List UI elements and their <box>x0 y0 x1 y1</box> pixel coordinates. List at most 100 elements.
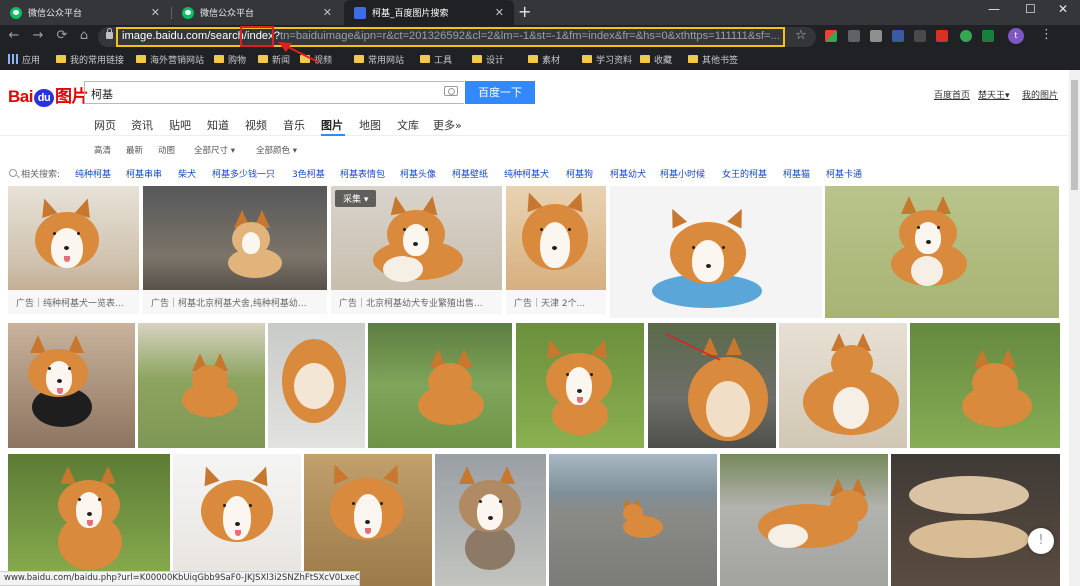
bookmark-folder[interactable]: 常用网站 <box>354 52 404 66</box>
bookmark-folder[interactable]: 海外营销网站 <box>136 52 204 66</box>
related-link[interactable]: 柯基壁纸 <box>452 167 488 180</box>
related-link[interactable]: 柯基猫 <box>783 167 810 180</box>
tab-video[interactable]: 视频 <box>245 117 267 133</box>
extension-icon[interactable] <box>870 30 882 42</box>
tab-zhidao[interactable]: 知道 <box>207 117 229 133</box>
feedback-button[interactable]: ! <box>1028 528 1054 554</box>
bookmark-folder[interactable]: 我的常用链接 <box>56 52 124 66</box>
image-result[interactable] <box>173 454 301 586</box>
bookmark-folder[interactable]: 收藏 <box>640 52 672 66</box>
tab-web[interactable]: 网页 <box>94 117 116 133</box>
extension-icon[interactable] <box>892 30 904 42</box>
filter-color-dropdown[interactable]: 全部颜色 ▾ <box>256 144 297 156</box>
image-result[interactable]: 广告｜天津 2个... <box>506 186 606 314</box>
related-link[interactable]: 柯基表情包 <box>340 167 385 180</box>
related-link[interactable]: 柯基卡通 <box>826 167 862 180</box>
extension-icon[interactable] <box>914 30 926 42</box>
extension-icon[interactable] <box>960 30 972 42</box>
tab-close-icon[interactable]: ✕ <box>323 6 332 19</box>
image-result[interactable] <box>720 454 888 586</box>
tab-wechat-2[interactable]: 微信公众平台 ✕ <box>172 0 342 25</box>
image-result[interactable] <box>8 454 170 586</box>
related-link[interactable]: 柯基串串 <box>126 167 162 180</box>
maximize-button[interactable]: ☐ <box>1025 2 1036 16</box>
bookmark-star-icon[interactable]: ☆ <box>795 28 807 43</box>
image-result[interactable] <box>779 323 907 448</box>
related-link[interactable]: 3色柯基 <box>292 167 325 180</box>
related-link[interactable]: 柯基幼犬 <box>610 167 646 180</box>
tab-news[interactable]: 资讯 <box>131 117 153 133</box>
bookmark-folder[interactable]: 视频 <box>300 52 332 66</box>
extension-icon[interactable] <box>982 30 994 42</box>
forward-button[interactable]: → <box>30 28 46 43</box>
bookmark-folder[interactable]: 设计 <box>472 52 504 66</box>
user-menu-link[interactable]: 楚天王▾ <box>978 88 1010 101</box>
bookmark-folder[interactable]: 其他书签 <box>688 52 738 66</box>
baidu-logo[interactable]: Bai du 图片 <box>8 82 88 107</box>
related-link[interactable]: 纯种柯基犬 <box>504 167 549 180</box>
search-input[interactable]: 柯基 <box>84 81 464 104</box>
tab-more[interactable]: 更多» <box>433 117 462 133</box>
extension-icon[interactable] <box>825 30 837 42</box>
tab-tieba[interactable]: 贴吧 <box>169 117 191 133</box>
tab-baidu-image[interactable]: 柯基_百度图片搜索 ✕ <box>344 0 514 25</box>
url-text[interactable]: image.baidu.com/search/index?tn=baiduima… <box>122 30 782 42</box>
image-result[interactable] <box>368 323 512 448</box>
image-result[interactable] <box>138 323 265 448</box>
filter-hd[interactable]: 高清 <box>94 144 111 156</box>
filter-size-dropdown[interactable]: 全部尺寸 ▾ <box>194 144 235 156</box>
image-result[interactable] <box>8 323 135 448</box>
bookmark-folder[interactable]: 工具 <box>420 52 452 66</box>
image-result[interactable] <box>435 454 546 586</box>
image-result[interactable] <box>610 186 822 318</box>
collect-button[interactable]: 采集 ▾ <box>335 190 377 207</box>
page-scrollbar[interactable] <box>1069 70 1080 586</box>
image-result[interactable] <box>891 454 1060 586</box>
close-window-button[interactable]: ✕ <box>1058 2 1068 16</box>
back-button[interactable]: ← <box>6 28 22 43</box>
image-result[interactable] <box>549 454 717 586</box>
tab-music[interactable]: 音乐 <box>283 117 305 133</box>
bookmark-folder[interactable]: 新闻 <box>258 52 290 66</box>
search-button[interactable]: 百度一下 <box>465 81 535 104</box>
related-link[interactable]: 纯种柯基 <box>75 167 111 180</box>
home-button[interactable]: ⌂ <box>76 28 92 43</box>
image-result[interactable] <box>910 323 1060 448</box>
bookmark-folder[interactable]: 购物 <box>214 52 246 66</box>
image-result[interactable]: 采集 ▾ 广告｜北京柯基幼犬专业繁殖出售... <box>331 186 502 314</box>
scrollbar-thumb[interactable] <box>1071 80 1078 190</box>
related-link[interactable]: 柯基狗 <box>566 167 593 180</box>
tab-close-icon[interactable]: ✕ <box>495 6 504 19</box>
related-link[interactable]: 柴犬 <box>178 167 196 180</box>
tab-wechat-1[interactable]: 微信公众平台 ✕ <box>0 0 170 25</box>
baidu-home-link[interactable]: 百度首页 <box>934 88 970 101</box>
bookmark-apps[interactable]: 应用 <box>8 52 40 66</box>
profile-avatar[interactable]: t <box>1008 28 1024 44</box>
minimize-button[interactable]: — <box>988 2 1000 16</box>
camera-icon[interactable] <box>444 86 458 96</box>
related-link[interactable]: 柯基头像 <box>400 167 436 180</box>
image-result[interactable] <box>516 323 644 448</box>
pdf-extension-icon[interactable] <box>936 30 948 42</box>
bookmark-folder[interactable]: 学习资料 <box>582 52 632 66</box>
tab-images[interactable]: 图片 <box>321 117 343 133</box>
my-images-link[interactable]: 我的图片 <box>1022 88 1058 101</box>
image-result[interactable]: 广告｜柯基北京柯基犬舍,纯种柯基幼... <box>143 186 327 314</box>
image-result[interactable] <box>268 323 365 448</box>
image-result[interactable]: 广告｜纯种柯基犬一览表... <box>8 186 139 314</box>
new-tab-button[interactable]: + <box>518 2 531 21</box>
filter-animated[interactable]: 动图 <box>158 144 175 156</box>
extension-icon[interactable] <box>848 30 860 42</box>
related-link[interactable]: 柯基小时候 <box>660 167 705 180</box>
tab-map[interactable]: 地图 <box>359 117 381 133</box>
image-result[interactable] <box>304 454 432 586</box>
related-link[interactable]: 柯基多少钱一只 <box>212 167 275 180</box>
reload-button[interactable]: ⟳ <box>54 28 70 43</box>
bookmark-folder[interactable]: 素材 <box>528 52 560 66</box>
browser-menu-icon[interactable]: ⋮ <box>1040 27 1053 42</box>
tab-wenku[interactable]: 文库 <box>397 117 419 133</box>
related-link[interactable]: 女王的柯基 <box>722 167 767 180</box>
filter-latest[interactable]: 最新 <box>126 144 143 156</box>
image-result[interactable] <box>648 323 776 448</box>
tab-close-icon[interactable]: ✕ <box>151 6 160 19</box>
